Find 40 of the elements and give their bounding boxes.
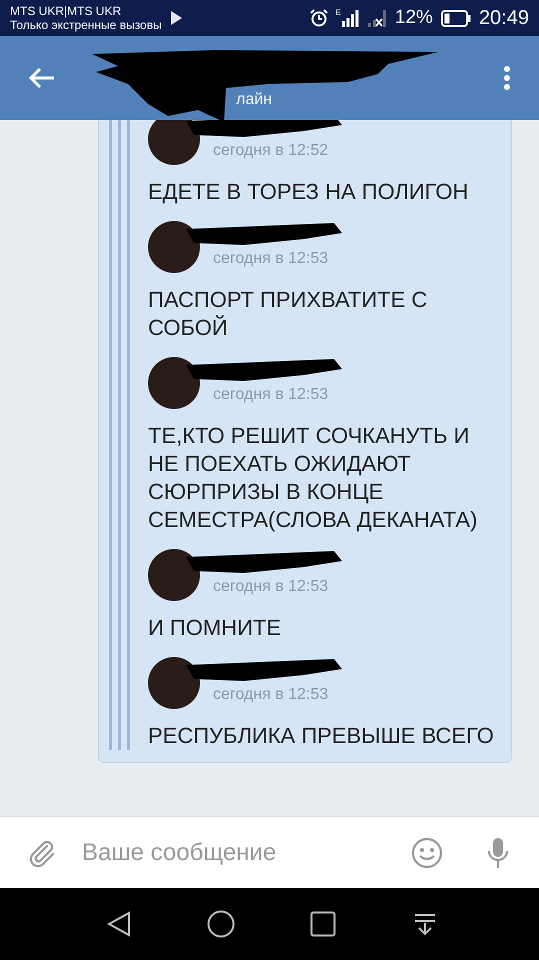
- message-text: И ПОМНИТЕ: [147, 614, 282, 642]
- attach-button[interactable]: [0, 817, 60, 888]
- message-time: сегодня в 12:53: [213, 685, 328, 705]
- pull-down-icon: [413, 912, 437, 936]
- network-type-label: E: [336, 9, 341, 17]
- message-time: сегодня в 12:53: [213, 249, 328, 269]
- play-icon: [170, 11, 182, 25]
- battery-icon: [440, 10, 471, 26]
- battery-percent: 12%: [394, 6, 433, 30]
- avatar: [148, 357, 200, 409]
- avatar: [148, 120, 200, 165]
- message-text: РЕСПУБЛИКА ПРЕВЫШЕ ВСЕГО: [147, 722, 495, 750]
- no-signal-icon: [366, 9, 387, 27]
- emoji-icon: [411, 836, 443, 868]
- emergency-notice: Только экстренные вызовы: [10, 18, 162, 32]
- message-time: сегодня в 12:52: [213, 141, 328, 161]
- alarm-icon: [310, 9, 328, 27]
- message-text: ТЕ,КТО РЕШИТ СОЧКАНУТЬ И НЕ ПОЕХАТЬ ОЖИДАЮТ СЮРПРИЗЫ В КОНЦЕ СЕМЕСТРА(СЛОВА ДЕКАНАТА): [147, 422, 478, 534]
- more-icon: [503, 65, 511, 91]
- microphone-icon: [487, 836, 509, 868]
- message-text: ЕДЕТЕ В ТОРЕЗ НА ПОЛИГОН: [147, 178, 470, 206]
- avatar: [148, 549, 200, 601]
- home-circle-icon: [207, 910, 235, 938]
- message-input-field[interactable]: Ваше сообщение: [82, 834, 409, 870]
- recents-nav-button[interactable]: [308, 909, 338, 939]
- message-input-box[interactable]: Ваше сообщение: [60, 817, 409, 888]
- clock-time: 20:49: [478, 6, 529, 31]
- avatar: [148, 657, 200, 709]
- back-arrow-icon: [29, 67, 55, 89]
- online-status: лайн: [236, 90, 272, 110]
- message-time: сегодня в 12:53: [213, 385, 328, 405]
- signal-icon: [340, 9, 359, 27]
- home-nav-button[interactable]: [206, 909, 236, 939]
- message-time: сегодня в 12:53: [213, 577, 328, 597]
- microphone-button[interactable]: [445, 817, 539, 888]
- avatar: [148, 221, 200, 273]
- message-text: ПАСПОРТ ПРИХВАТИТЕ С СОБОЙ: [147, 286, 428, 342]
- carrier-name: MTS UKR|MTS UKR: [10, 4, 122, 18]
- recents-square-icon: [310, 911, 336, 937]
- back-triangle-icon: [107, 911, 131, 937]
